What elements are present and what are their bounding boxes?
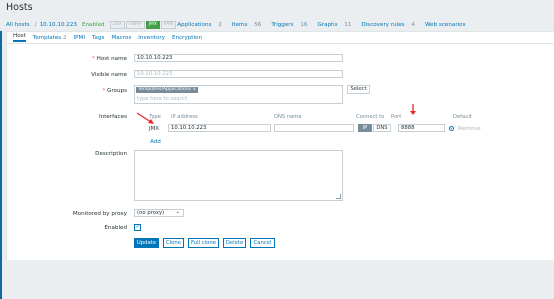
breadcrumb-label: Triggers (271, 21, 294, 28)
interfaces-header-ip: IP address (171, 114, 198, 120)
left-edge-strip (0, 31, 2, 299)
groups-label-text: Groups (107, 88, 127, 94)
host-name-label-text: Host name (96, 56, 127, 62)
interface-ip-input[interactable]: 10.10.10.223 (168, 124, 271, 132)
annotation-arrow-icon (410, 104, 416, 115)
close-icon[interactable]: × (192, 87, 196, 92)
interfaces-label: Interfaces (99, 114, 127, 120)
interface-remove-link[interactable]: Remove (458, 126, 481, 132)
interface-port-input[interactable]: 8888 (398, 124, 445, 132)
breadcrumb-label: Discovery rules (361, 21, 405, 28)
interfaces-header-connect: Connect to (356, 114, 385, 120)
availability-zbx-badge: ZBX (109, 20, 125, 29)
resize-grip-icon[interactable] (336, 194, 341, 199)
tab-templates[interactable]: Templates 2 (33, 35, 67, 41)
required-marker: * (92, 56, 95, 62)
breadcrumb-label: Applications (177, 21, 212, 28)
availability-jmx-badge: JMX (145, 20, 160, 29)
interface-default-radio[interactable] (449, 125, 454, 131)
chevron-down-icon: ⌄ (175, 209, 180, 215)
tab-encryption[interactable]: Encryption (172, 35, 202, 41)
breadcrumb-discovery-rules[interactable]: Discovery rules 4 (361, 22, 420, 28)
proxy-select-value: (no proxy) (137, 210, 165, 216)
status-enabled[interactable]: Enabled (82, 22, 105, 28)
check-icon: ✓ (135, 224, 141, 230)
enabled-checkbox[interactable]: ✓ (134, 224, 141, 231)
proxy-select[interactable]: (no proxy) ⌄ (134, 209, 184, 217)
tab-host[interactable]: Host (13, 33, 26, 42)
tab-inventory[interactable]: Inventory (138, 35, 165, 41)
breadcrumb-count: 4 (411, 21, 415, 28)
group-tag: Templates/Applications × (136, 87, 199, 93)
breadcrumb-host[interactable]: 10.10.10.223 (40, 22, 77, 28)
groups-search-input[interactable]: type here to search (137, 96, 188, 102)
interface-add-link[interactable]: Add (150, 139, 161, 145)
breadcrumb-count: 16 (300, 21, 308, 28)
availability-ipmi-badge: IPMI (160, 20, 177, 29)
tab-macros[interactable]: Macros (111, 35, 131, 41)
host-name-input[interactable]: 10.10.10.223 (134, 54, 343, 62)
title-bar: Hosts (0, 0, 554, 17)
cancel-button[interactable]: Cancel (250, 238, 275, 248)
breadcrumb-label: Graphs (317, 21, 338, 28)
page-title: Hosts (6, 2, 33, 13)
tab-ipmi[interactable]: IPMI (74, 35, 86, 41)
description-label: Description (95, 151, 127, 157)
interfaces-header-default: Default (453, 114, 472, 120)
tab-label: Templates (32, 34, 62, 41)
interfaces-header-port: Port (391, 114, 402, 120)
clone-button[interactable]: Clone (163, 238, 184, 248)
tab-tags[interactable]: Tags (92, 35, 104, 41)
interfaces-header-dns: DNS name (274, 114, 302, 120)
availability-snmp-badge: SNMP (125, 20, 145, 29)
breadcrumb: All hosts / 10.10.10.223 Enabled ZBX SNM… (6, 20, 476, 29)
groups-multiselect[interactable]: Templates/Applications × type here to se… (134, 85, 343, 104)
groups-select-button[interactable]: Select (347, 85, 370, 94)
page-footer-area (2, 260, 554, 299)
tab-bar: Host Templates 2 IPMI Tags Macros Invent… (7, 32, 554, 44)
required-marker: * (102, 88, 106, 94)
update-button[interactable]: Update (134, 238, 159, 248)
breadcrumb-separator: / (34, 21, 37, 28)
enabled-label: Enabled (104, 225, 127, 231)
breadcrumb-web-scenarios[interactable]: Web scenarios (425, 22, 471, 28)
breadcrumb-count: 2 (218, 21, 222, 28)
host-form-panel: Host Templates 2 IPMI Tags Macros Invent… (6, 31, 554, 261)
connect-ip-toggle[interactable]: IP (358, 124, 372, 132)
visible-name-input[interactable]: 10.10.10.223 (134, 70, 343, 78)
visible-name-label: Visible name (91, 72, 127, 78)
breadcrumb-all-hosts[interactable]: All hosts (6, 22, 30, 28)
description-textarea[interactable] (134, 150, 343, 201)
tab-count: 2 (62, 34, 67, 41)
breadcrumb-graphs[interactable]: Graphs 11 (317, 22, 356, 28)
delete-button[interactable]: Delete (223, 238, 246, 248)
breadcrumb-label: Web scenarios (424, 21, 466, 28)
interface-dns-input[interactable] (274, 124, 354, 132)
full-clone-button[interactable]: Full clone (188, 238, 219, 248)
proxy-label: Monitored by proxy (72, 211, 127, 217)
group-tag-label: Templates/Applications (138, 87, 191, 92)
breadcrumb-items[interactable]: Items 56 (232, 22, 267, 28)
breadcrumb-count: 11 (344, 21, 352, 28)
annotation-arrow-icon (136, 112, 154, 124)
host-name-label: * Host name (7, 56, 127, 62)
breadcrumb-triggers[interactable]: Triggers 16 (271, 22, 312, 28)
groups-label: * Groups (7, 88, 127, 94)
breadcrumb-label: Items (231, 21, 248, 28)
breadcrumb-count: 56 (254, 21, 262, 28)
connect-dns-toggle[interactable]: DNS (373, 124, 391, 132)
breadcrumb-applications[interactable]: Applications 2 (177, 22, 227, 28)
